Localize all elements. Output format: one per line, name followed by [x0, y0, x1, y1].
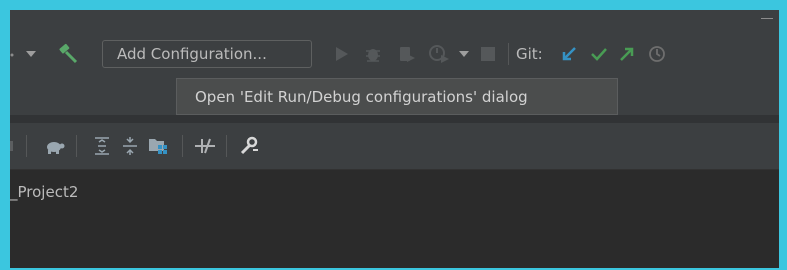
build-hammer-icon[interactable]: [56, 42, 80, 66]
tooltip-text: Open 'Edit Run/Debug configurations' dia…: [195, 87, 528, 106]
turtle-icon[interactable]: [42, 134, 66, 158]
project-panel: _Project2: [10, 170, 779, 268]
toolbar-divider-band: [10, 115, 779, 123]
ide-window: Add Configuration... Git: _Project2 Open…: [10, 10, 779, 268]
minimize-icon[interactable]: [761, 18, 773, 19]
collapse-all-icon[interactable]: [118, 134, 142, 158]
git-label: Git:: [516, 45, 543, 63]
git-commit-icon[interactable]: [588, 43, 610, 65]
expand-all-icon[interactable]: [90, 134, 114, 158]
toolbar-separator: [182, 135, 183, 157]
dropdown-arrow-icon[interactable]: [24, 46, 38, 62]
toolbar-separator: [508, 43, 509, 65]
toolbar-separator: [26, 135, 27, 157]
toolbar-separator: [226, 135, 227, 157]
run-icon[interactable]: [332, 44, 352, 64]
main-toolbar: Add Configuration... Git:: [10, 34, 779, 74]
run-debug-tooltip: Open 'Edit Run/Debug configurations' dia…: [176, 78, 618, 115]
toolbar-separator: [76, 135, 77, 157]
title-bar: [10, 10, 779, 32]
toggle-offline-icon[interactable]: [192, 134, 218, 158]
debug-icon[interactable]: [362, 43, 384, 65]
partial-icon[interactable]: [10, 137, 16, 155]
more-dropdown-icon[interactable]: [456, 46, 472, 62]
add-configuration-button[interactable]: Add Configuration...: [102, 40, 312, 68]
git-push-icon[interactable]: [616, 43, 638, 65]
settings-wrench-icon[interactable]: [236, 134, 262, 158]
profile-icon[interactable]: [426, 43, 452, 65]
git-history-icon[interactable]: [646, 43, 668, 65]
project-label[interactable]: _Project2: [10, 183, 78, 201]
coverage-icon[interactable]: [396, 43, 418, 65]
add-configuration-label: Add Configuration...: [117, 45, 267, 63]
git-update-icon[interactable]: [558, 43, 580, 65]
stop-icon[interactable]: [478, 44, 498, 64]
module-icon[interactable]: [146, 134, 170, 158]
partial-dropdown-icon[interactable]: [10, 46, 16, 62]
tool-window-toolbar: [10, 123, 779, 170]
